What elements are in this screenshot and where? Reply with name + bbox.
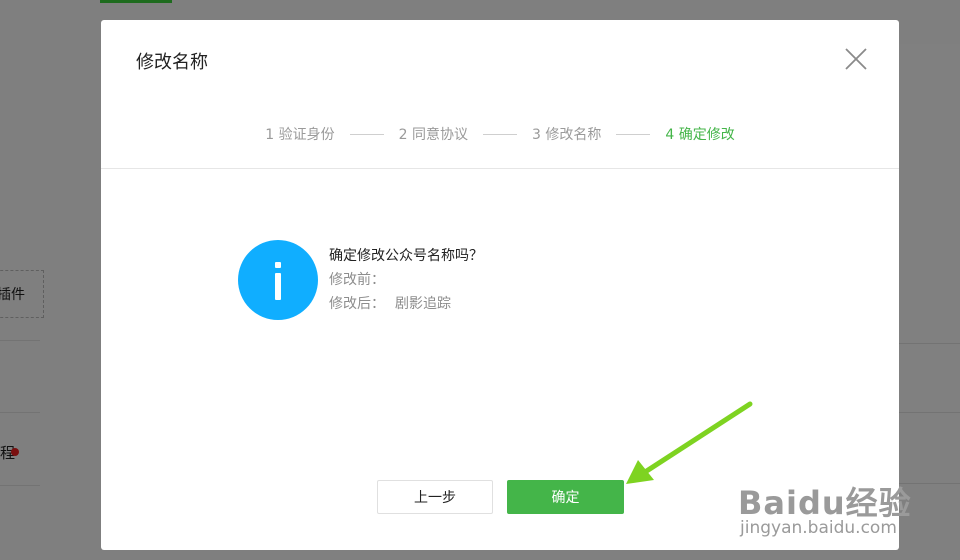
background-plugin-button: 插件 — [0, 270, 44, 318]
header-divider — [101, 168, 899, 169]
close-button[interactable] — [843, 46, 869, 72]
dialog-title: 修改名称 — [136, 52, 208, 73]
background-notification-dot — [11, 448, 19, 456]
confirm-message: 确定修改公众号名称吗？ 修改前： 修改后： 剧影追踪 — [329, 244, 483, 316]
step-4-active: 4 确定修改 — [665, 127, 735, 143]
name-after-label: 修改后： — [329, 296, 385, 312]
name-before-label: 修改前： — [329, 272, 385, 288]
background-divider — [0, 485, 40, 486]
previous-step-button[interactable]: 上一步 — [377, 480, 493, 514]
watermark-url: jingyan.baidu.com — [740, 518, 897, 538]
name-after-row: 修改后： 剧影追踪 — [329, 292, 483, 316]
step-separator — [616, 133, 651, 135]
info-icon — [238, 240, 318, 320]
name-before-row: 修改前： — [329, 268, 483, 292]
step-indicator: 1 验证身份 2 同意协议 3 修改名称 4 确定修改 — [101, 124, 899, 144]
step-separator — [349, 133, 384, 135]
step-3: 3 修改名称 — [532, 127, 602, 143]
annotation-arrow-icon — [626, 401, 753, 484]
step-2: 2 同意协议 — [398, 127, 468, 143]
step-1: 1 验证身份 — [265, 127, 335, 143]
rename-dialog: 修改名称 1 验证身份 2 同意协议 3 修改名称 4 确定修改 确定修改公众号… — [101, 20, 899, 550]
name-after-value: 剧影追踪 — [395, 296, 451, 312]
step-separator — [483, 133, 517, 135]
background-divider — [0, 340, 40, 341]
background-plugin-label: 插件 — [0, 287, 25, 303]
confirm-button[interactable]: 确定 — [507, 480, 624, 514]
close-icon — [845, 48, 867, 70]
background-divider — [0, 412, 40, 413]
background-active-tab-indicator — [100, 0, 172, 3]
confirm-question: 确定修改公众号名称吗？ — [329, 248, 483, 264]
